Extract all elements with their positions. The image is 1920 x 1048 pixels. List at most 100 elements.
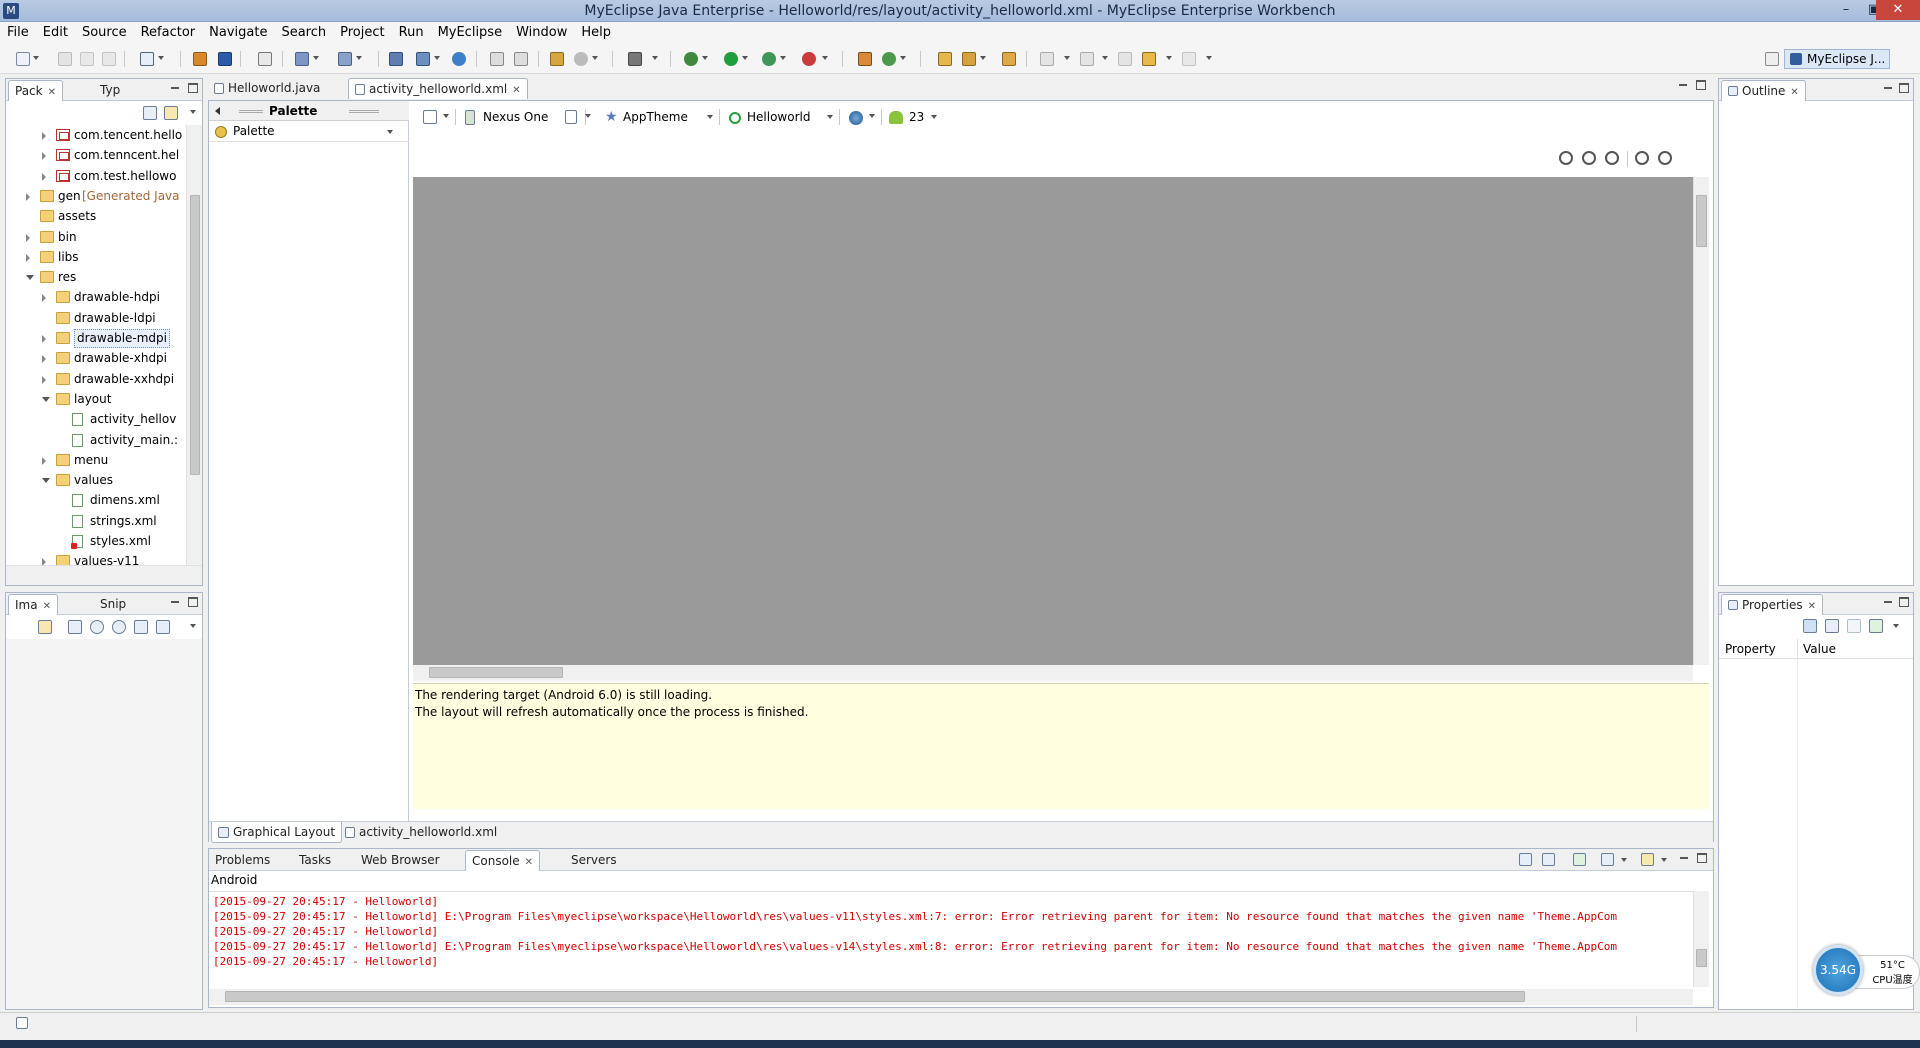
scrollbar-thumb[interactable] — [225, 991, 1525, 1002]
open-type-icon[interactable] — [193, 52, 207, 66]
chevron-down-icon[interactable] — [1621, 858, 1627, 862]
tree-vertical-scrollbar[interactable] — [186, 125, 202, 565]
show-advanced-icon[interactable] — [1825, 619, 1839, 633]
zoom-in-icon[interactable] — [1658, 151, 1672, 165]
ui-designer-icon[interactable] — [490, 52, 504, 66]
collapse-toggle-icon[interactable] — [26, 275, 34, 281]
tree-item[interactable]: activity_main.: — [6, 430, 186, 450]
display-console-icon[interactable] — [1601, 853, 1614, 866]
menu-navigate[interactable]: Navigate — [202, 22, 274, 44]
minimize-view-icon[interactable] — [1883, 83, 1893, 93]
tab-helloworld-java[interactable]: Helloworld.java — [208, 78, 326, 99]
back-icon[interactable] — [1142, 52, 1156, 66]
close-tab-icon[interactable]: ✕ — [1790, 87, 1798, 98]
close-tab-icon[interactable]: ✕ — [48, 87, 56, 98]
tree-item[interactable]: drawable-xhdpi — [6, 348, 186, 368]
zoom-in-icon[interactable] — [112, 620, 126, 634]
globe-icon[interactable] — [452, 52, 466, 66]
tree-item[interactable]: drawable-xxhdpi — [6, 369, 186, 389]
web-service-dropdown-icon[interactable] — [434, 56, 440, 60]
web-project-icon[interactable] — [389, 52, 403, 66]
collapse-toggle-icon[interactable] — [42, 478, 50, 484]
save-all-icon[interactable] — [80, 52, 94, 66]
forward-dropdown-icon[interactable] — [1206, 56, 1212, 60]
deploy-dropdown-icon[interactable] — [313, 56, 319, 60]
next-annotation-icon[interactable] — [1040, 52, 1054, 66]
server-dropdown-icon[interactable] — [356, 56, 362, 60]
view-menu-icon[interactable] — [190, 110, 196, 114]
tree-item[interactable]: values-v11 — [6, 551, 186, 565]
new-icon[interactable] — [16, 52, 30, 66]
tab-web-browser[interactable]: Web Browser — [355, 850, 446, 871]
expand-toggle-icon[interactable] — [42, 456, 46, 465]
tree-item[interactable]: assets — [6, 206, 186, 226]
zoom-fit-icon[interactable] — [1582, 151, 1596, 165]
layout-canvas[interactable] — [413, 177, 1693, 665]
expand-toggle-icon[interactable] — [26, 192, 30, 201]
console-output[interactable]: [2015-09-27 20:45:17 - Helloworld] [2015… — [209, 891, 1693, 987]
expand-toggle-icon[interactable] — [42, 132, 46, 140]
monitor-dropdown-icon[interactable] — [592, 56, 598, 60]
view-menu-icon[interactable] — [1893, 624, 1899, 628]
view-menu-icon[interactable] — [190, 624, 196, 628]
stop-icon[interactable] — [802, 52, 816, 66]
pin-console-icon[interactable] — [1573, 853, 1586, 866]
scrollbar-thumb[interactable] — [190, 195, 200, 475]
expand-toggle-icon[interactable] — [42, 375, 46, 384]
tree-item[interactable]: com.tenncent.hel — [6, 145, 186, 165]
back-dropdown-icon[interactable] — [1166, 56, 1172, 60]
image-icon[interactable] — [550, 52, 564, 66]
zoom-out-icon[interactable] — [90, 620, 104, 634]
refresh-dropdown-icon[interactable] — [900, 56, 906, 60]
edit-icon[interactable] — [1002, 52, 1016, 66]
fast-view-icon[interactable] — [16, 1017, 28, 1029]
zoom-100-icon[interactable] — [1605, 151, 1619, 165]
tab-graphical-layout[interactable]: Graphical Layout — [211, 822, 343, 843]
new-dropdown-icon[interactable] — [33, 56, 39, 60]
maximize-editor-icon[interactable] — [1696, 80, 1706, 90]
deploy-icon[interactable] — [295, 52, 309, 66]
chevron-down-icon[interactable] — [1661, 858, 1667, 862]
restore-default-icon[interactable] — [1847, 619, 1861, 633]
forward-icon[interactable] — [1182, 52, 1196, 66]
scrollbar-thumb[interactable] — [1696, 195, 1707, 247]
memory-usage-badge[interactable]: 3.54G — [1813, 945, 1863, 995]
stop-dropdown-icon[interactable] — [822, 56, 828, 60]
chevron-down-icon[interactable] — [869, 114, 875, 118]
tab-type-hierarchy[interactable]: Typ — [94, 80, 126, 101]
search-icon[interactable] — [962, 52, 976, 66]
chevron-down-icon[interactable] — [443, 114, 449, 118]
maximize-view-icon[interactable] — [1697, 853, 1707, 863]
tree-item[interactable]: com.test.hellowo — [6, 166, 186, 186]
prev-annotation-dropdown-icon[interactable] — [1102, 56, 1108, 60]
menu-refactor[interactable]: Refactor — [134, 22, 203, 44]
menu-window[interactable]: Window — [509, 22, 574, 44]
close-button[interactable]: ✕ — [1876, 0, 1920, 20]
collapse-palette-icon[interactable] — [215, 107, 220, 115]
tree-item[interactable]: drawable-hdpi — [6, 287, 186, 307]
cpu-temperature-widget[interactable]: 51°C CPU温度 — [1855, 955, 1920, 989]
tab-problems[interactable]: Problems — [209, 850, 276, 871]
monitor-icon[interactable] — [574, 52, 588, 66]
fit-image-icon[interactable] — [68, 620, 82, 634]
menu-project[interactable]: Project — [333, 22, 391, 44]
tree-horizontal-scrollbar[interactable] — [6, 565, 202, 585]
minimize-view-icon[interactable] — [170, 83, 180, 93]
scrollbar-thumb[interactable] — [429, 667, 563, 678]
console-horizontal-scrollbar[interactable] — [209, 989, 1693, 1005]
locale-globe-icon[interactable] — [849, 111, 863, 125]
palette-dropdown[interactable]: Palette — [209, 122, 409, 142]
menu-myeclipse[interactable]: MyEclipse — [431, 22, 510, 44]
open-perspective-icon[interactable] — [1765, 52, 1779, 66]
maximize-view-icon[interactable] — [188, 597, 198, 607]
maximize-view-icon[interactable] — [1899, 597, 1909, 607]
prev-annotation-icon[interactable] — [1080, 52, 1094, 66]
open-task-icon[interactable] — [218, 52, 232, 66]
minimize-view-icon[interactable] — [1679, 853, 1689, 863]
new-project-icon[interactable] — [140, 52, 154, 66]
show-categories-icon[interactable] — [1803, 619, 1817, 633]
new-project-dropdown-icon[interactable] — [158, 56, 164, 60]
report-icon[interactable] — [514, 52, 528, 66]
collapse-all-icon[interactable] — [143, 106, 157, 120]
debug-icon[interactable] — [684, 52, 698, 66]
